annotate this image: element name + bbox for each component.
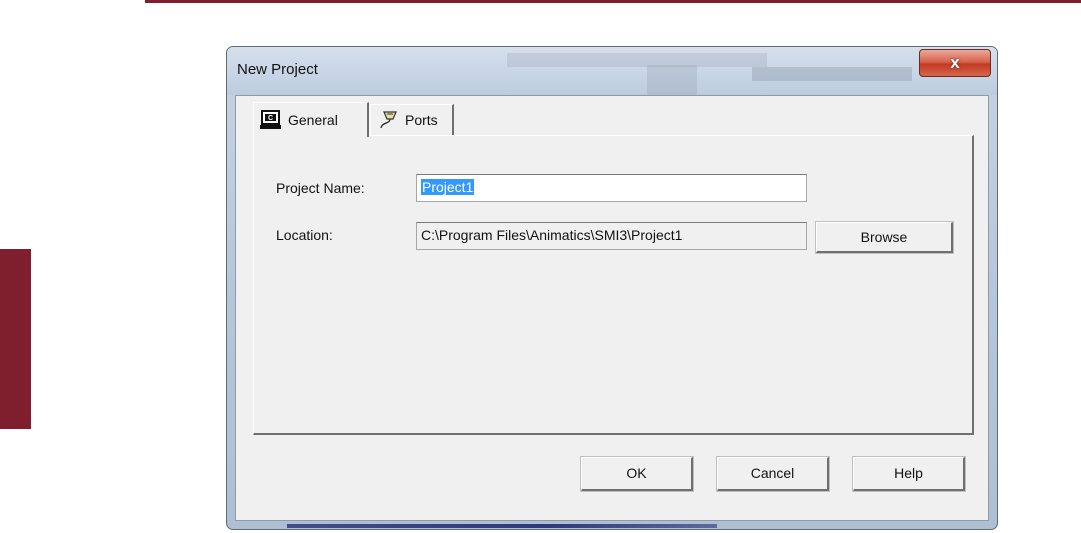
project-name-value: Project1: [421, 179, 475, 195]
page: New Project x C General Ports Project Na…: [0, 0, 1081, 533]
browse-button[interactable]: Browse: [815, 221, 954, 254]
new-project-dialog: New Project x C General Ports Project Na…: [226, 46, 998, 530]
location-label: Location:: [276, 227, 333, 243]
serial-cable-icon: [377, 110, 399, 130]
location-value: C:\Program Files\Animatics\SMI3\Project1: [421, 227, 683, 243]
project-name-label: Project Name:: [276, 180, 365, 196]
cancel-button[interactable]: Cancel: [716, 456, 830, 492]
ok-button[interactable]: OK: [580, 456, 694, 492]
dialog-client-area: C General Ports Project Name: Project1 L…: [235, 95, 989, 521]
computer-monitor-icon: C: [260, 110, 282, 130]
location-field: C:\Program Files\Animatics\SMI3\Project1: [416, 222, 807, 250]
project-name-input[interactable]: Project1: [416, 174, 807, 202]
tab-general[interactable]: C General: [253, 102, 369, 137]
help-button[interactable]: Help: [852, 456, 966, 492]
background-blur: [752, 67, 912, 81]
general-tab-panel: Project Name: Project1 Location: C:\Prog…: [253, 135, 974, 435]
top-accent-rule: [145, 0, 1081, 3]
title-bar[interactable]: New Project x: [227, 47, 997, 95]
window-title: New Project: [237, 61, 318, 78]
side-accent-tab: [0, 249, 31, 429]
background-blur: [647, 65, 697, 95]
close-button[interactable]: x: [919, 49, 991, 77]
tab-general-label: General: [288, 112, 338, 128]
background-taskbar-strip: [287, 524, 717, 528]
tab-ports-label: Ports: [405, 112, 438, 128]
tab-ports[interactable]: Ports: [370, 104, 454, 135]
background-blur: [507, 53, 767, 67]
svg-text:C: C: [268, 115, 273, 122]
close-icon: x: [950, 53, 960, 72]
